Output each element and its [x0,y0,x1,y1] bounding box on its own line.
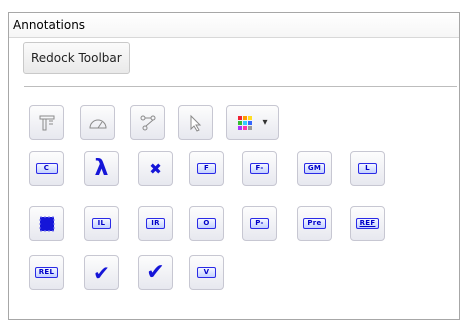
tag-f-minus-label: F- [250,163,269,174]
tag-f-button[interactable]: F [189,151,224,186]
tag-c-button[interactable]: C [29,151,64,186]
check-icon: ✔ [146,260,165,285]
tag-gm-label: GM [303,163,326,174]
accept-button-1[interactable]: ✔ [84,255,119,290]
tag-l-label: L [358,163,377,174]
tag-p-minus-label: P- [250,218,269,229]
region-select-icon [39,216,54,231]
tag-il-label: IL [92,218,111,229]
tag-f-minus-button[interactable]: F- [242,151,277,186]
accept-button-2[interactable]: ✔ [138,255,173,290]
tag-gm-button[interactable]: GM [297,151,332,186]
delete-button[interactable]: ✖ [138,151,173,186]
pointer-cursor-icon [190,114,201,132]
panel-title: Annotations [9,13,459,38]
tag-rel-button[interactable]: REL [29,255,64,290]
tag-f-label: F [197,163,216,174]
node-path-button[interactable] [130,105,165,140]
lambda-button[interactable]: λ [84,151,119,186]
tag-o-label: O [197,218,216,229]
color-palette-icon [238,115,253,130]
check-icon: ✔ [93,260,110,285]
tag-v-label: V [197,267,216,278]
tag-pre-button[interactable]: Pre [297,206,332,241]
tag-ref-label: REF [355,218,380,229]
tag-l-button[interactable]: L [350,151,385,186]
tag-c-label: C [35,163,58,174]
chevron-down-icon: ▾ [262,117,268,128]
measure-gauge-icon [88,119,107,128]
region-select-button[interactable] [29,206,64,241]
separator [24,86,457,87]
color-palette-button[interactable]: ▾ [226,105,279,140]
tag-il-button[interactable]: IL [84,206,119,241]
lambda-icon: λ [94,156,109,181]
measure-gauge-button[interactable] [80,105,115,140]
tag-p-minus-button[interactable]: P- [242,206,277,241]
pointer-tool-button[interactable] [178,105,213,140]
cross-icon: ✖ [149,159,162,178]
tag-ir-label: IR [146,218,165,229]
tag-ref-button[interactable]: REF [350,206,385,241]
redock-toolbar-button[interactable]: Redock Toolbar [23,42,130,74]
paragraph-style-button[interactable] [29,105,64,140]
tag-v-button[interactable]: V [189,255,224,290]
paragraph-style-icon [39,115,54,130]
tag-o-button[interactable]: O [189,206,224,241]
tag-ir-button[interactable]: IR [138,206,173,241]
tag-rel-label: REL [34,267,59,278]
tag-pre-label: Pre [303,218,326,229]
node-path-icon [140,115,155,130]
